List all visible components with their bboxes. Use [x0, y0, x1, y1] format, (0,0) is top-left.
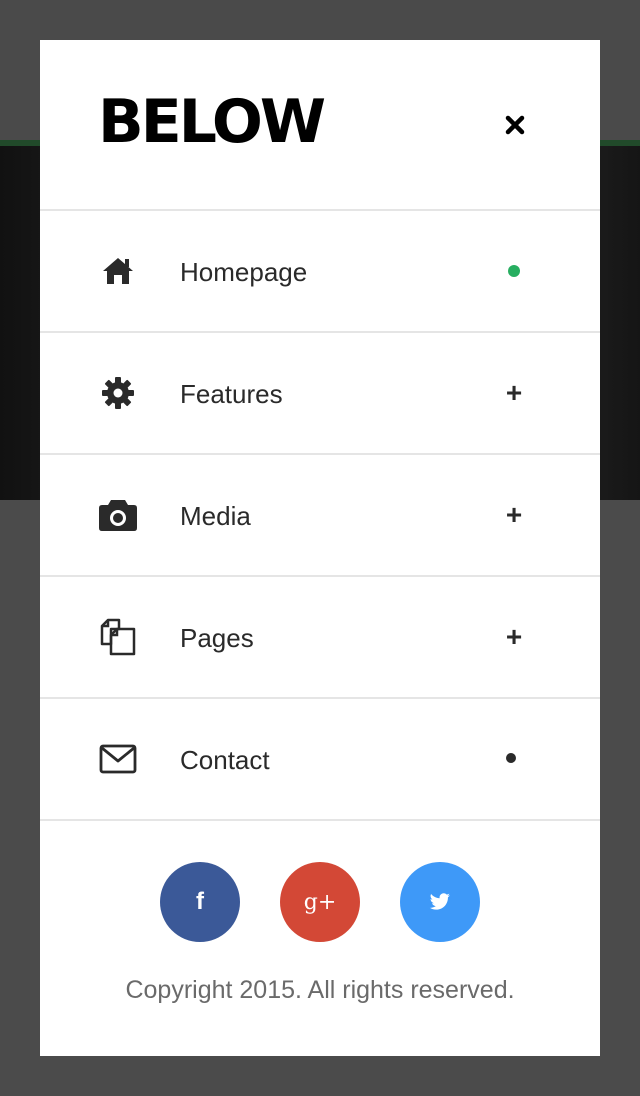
menu-item-pages[interactable]: Pages +: [40, 577, 600, 699]
menu-item-features[interactable]: Features +: [40, 333, 600, 455]
menu-label-features: Features: [180, 379, 283, 409]
menu-label-media: Media: [180, 501, 251, 531]
menu-label-contact: Contact: [180, 745, 270, 775]
menu-label-homepage: Homepage: [180, 257, 308, 287]
item-indicator: [500, 745, 528, 773]
twitter-icon: [429, 893, 450, 910]
expand-button[interactable]: +: [500, 379, 528, 407]
plus-icon: +: [505, 499, 523, 530]
expand-button[interactable]: +: [500, 501, 528, 529]
copyright-text: Copyright 2015. All rights reserved.: [125, 976, 515, 1004]
bullet-dot: [506, 753, 516, 763]
close-icon: [505, 115, 525, 135]
menu-item-homepage[interactable]: Homepage: [40, 211, 600, 333]
home-icon: [98, 251, 138, 291]
plus-icon: +: [505, 377, 523, 408]
camera-icon: [98, 495, 138, 535]
menu-item-media[interactable]: Media +: [40, 455, 600, 577]
facebook-icon: f: [196, 888, 204, 915]
navigation-panel: BELOW Homepage Features + Media + Pages …: [40, 40, 600, 1056]
panel-header: BELOW: [40, 40, 600, 211]
google-plus-button[interactable]: g+: [280, 862, 360, 942]
menu-item-contact[interactable]: Contact: [40, 699, 600, 821]
plus-icon: +: [505, 621, 523, 652]
site-logo[interactable]: BELOW: [98, 92, 326, 152]
facebook-button[interactable]: f: [160, 862, 240, 942]
google-plus-icon: g+: [303, 889, 337, 915]
twitter-button[interactable]: [400, 862, 480, 942]
close-button[interactable]: [500, 110, 530, 140]
gear-icon: [98, 373, 138, 413]
pages-icon: [98, 617, 138, 657]
active-dot: [508, 265, 520, 277]
menu-label-pages: Pages: [180, 623, 254, 653]
envelope-icon: [98, 739, 138, 779]
active-indicator: [500, 257, 528, 285]
social-links: f g+: [40, 862, 600, 942]
expand-button[interactable]: +: [500, 623, 528, 651]
